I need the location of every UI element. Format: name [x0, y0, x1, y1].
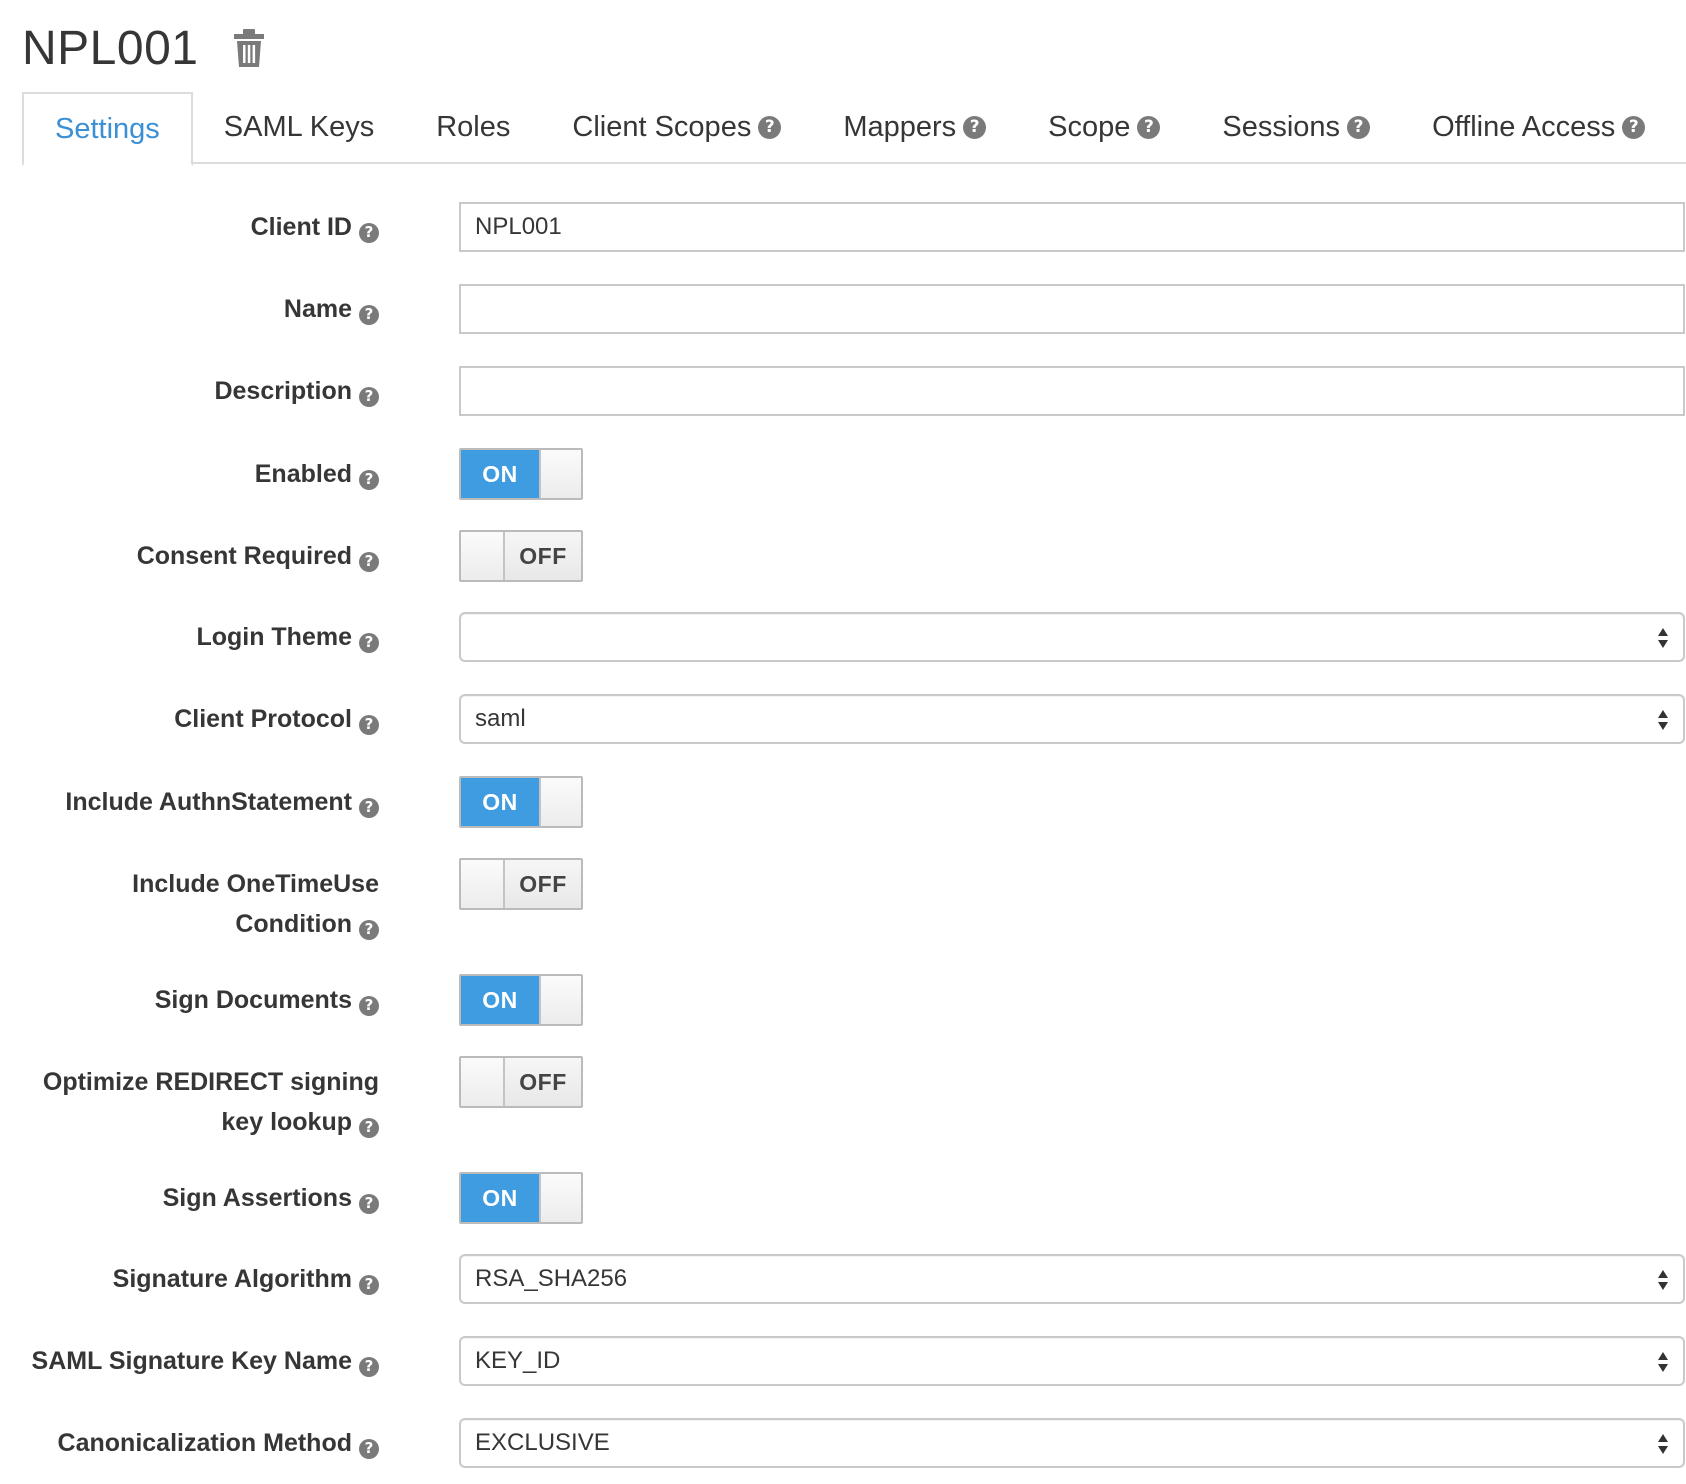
consent-required-label: Consent Required?: [137, 536, 379, 576]
toggle-knob: [461, 860, 505, 908]
help-icon[interactable]: ?: [359, 1438, 379, 1459]
help-icon[interactable]: ?: [359, 1356, 379, 1377]
help-icon[interactable]: ?: [1622, 115, 1646, 139]
client-id-input[interactable]: NPL001: [459, 202, 1685, 252]
help-icon[interactable]: ?: [359, 1193, 379, 1214]
help-icon[interactable]: ?: [359, 304, 379, 325]
toggle-on-label: ON: [461, 976, 539, 1024]
help-icon[interactable]: ?: [359, 797, 379, 818]
tab-bar: Settings SAML Keys Roles Client Scopes? …: [22, 92, 1686, 166]
help-icon[interactable]: ?: [1347, 115, 1371, 139]
tab-label: Mappers: [843, 110, 957, 143]
tab-label: Sessions: [1222, 110, 1341, 143]
select-value: saml: [475, 705, 526, 732]
client-protocol-label: Client Protocol?: [174, 699, 379, 739]
name-label: Name?: [284, 289, 379, 329]
select-arrows-icon: [1658, 628, 1668, 648]
tab-roles[interactable]: Roles: [405, 92, 541, 162]
help-icon[interactable]: ?: [359, 714, 379, 735]
description-label: Description?: [214, 371, 379, 411]
sign-assertions-toggle[interactable]: ON: [459, 1172, 583, 1224]
toggle-knob: [539, 1174, 581, 1222]
help-icon[interactable]: ?: [359, 551, 379, 572]
toggle-knob: [461, 532, 505, 580]
description-input[interactable]: [459, 366, 1685, 416]
tab-settings[interactable]: Settings: [22, 92, 193, 166]
signature-algorithm-label: Signature Algorithm?: [113, 1259, 379, 1299]
select-arrows-icon: [1658, 1270, 1668, 1290]
name-input[interactable]: [459, 284, 1685, 334]
tab-offline-access[interactable]: Offline Access?: [1401, 92, 1676, 162]
login-theme-select[interactable]: [459, 612, 1685, 662]
select-value: KEY_ID: [475, 1347, 561, 1374]
toggle-knob: [539, 450, 581, 498]
toggle-knob: [539, 976, 581, 1024]
saml-signature-key-name-label: SAML Signature Key Name?: [32, 1341, 379, 1381]
toggle-off-label: OFF: [505, 532, 581, 580]
help-icon[interactable]: ?: [359, 222, 379, 243]
enabled-toggle[interactable]: ON: [459, 448, 583, 500]
help-icon[interactable]: ?: [758, 115, 782, 139]
page-header: NPL001: [22, 18, 266, 78]
select-arrows-icon: [1658, 710, 1668, 730]
tab-label: Scope: [1048, 110, 1131, 143]
help-icon[interactable]: ?: [359, 995, 379, 1016]
include-onetimeuse-condition-toggle[interactable]: OFF: [459, 858, 583, 910]
select-arrows-icon: [1658, 1434, 1668, 1454]
toggle-knob: [539, 778, 581, 826]
canonicalization-method-label: Canonicalization Method?: [58, 1423, 379, 1463]
help-icon[interactable]: ?: [963, 115, 987, 139]
tab-client-scopes[interactable]: Client Scopes?: [541, 92, 812, 162]
tab-mappers[interactable]: Mappers?: [812, 92, 1017, 162]
sign-documents-label: Sign Documents?: [155, 980, 379, 1020]
trash-icon[interactable]: [232, 28, 266, 68]
tab-scope[interactable]: Scope?: [1017, 92, 1191, 162]
tab-label: Client Scopes: [572, 110, 752, 143]
tab-sessions[interactable]: Sessions?: [1191, 92, 1401, 162]
help-icon[interactable]: ?: [1137, 115, 1161, 139]
optimize-redirect-signing-toggle[interactable]: OFF: [459, 1056, 583, 1108]
toggle-off-label: OFF: [505, 1058, 581, 1106]
select-value: RSA_SHA256: [475, 1265, 628, 1292]
toggle-off-label: OFF: [505, 860, 581, 908]
saml-signature-key-name-select[interactable]: KEY_ID: [459, 1336, 1685, 1386]
page-title: NPL001: [22, 21, 199, 75]
toggle-on-label: ON: [461, 1174, 539, 1222]
help-icon[interactable]: ?: [359, 386, 379, 407]
login-theme-label: Login Theme?: [196, 617, 379, 657]
toggle-on-label: ON: [461, 778, 539, 826]
help-icon[interactable]: ?: [359, 919, 379, 940]
help-icon[interactable]: ?: [359, 469, 379, 490]
select-arrows-icon: [1658, 1352, 1668, 1372]
signature-algorithm-select[interactable]: RSA_SHA256: [459, 1254, 1685, 1304]
tab-label: Offline Access: [1432, 110, 1616, 143]
canonicalization-method-select[interactable]: EXCLUSIVE: [459, 1418, 1685, 1468]
enabled-label: Enabled?: [255, 454, 379, 494]
tab-saml-keys[interactable]: SAML Keys: [193, 92, 405, 162]
tab-label: SAML Keys: [223, 110, 375, 143]
select-value: EXCLUSIVE: [475, 1429, 610, 1456]
toggle-on-label: ON: [461, 450, 539, 498]
tab-label: Settings: [55, 112, 160, 145]
toggle-knob: [461, 1058, 505, 1106]
help-icon[interactable]: ?: [359, 1117, 379, 1138]
include-authn-statement-label: Include AuthnStatement?: [65, 782, 379, 822]
client-id-label: Client ID?: [251, 207, 379, 247]
help-icon[interactable]: ?: [359, 1274, 379, 1295]
sign-assertions-label: Sign Assertions?: [163, 1178, 379, 1218]
consent-required-toggle[interactable]: OFF: [459, 530, 583, 582]
tab-label: Roles: [436, 110, 511, 143]
client-protocol-select[interactable]: saml: [459, 694, 1685, 744]
help-icon[interactable]: ?: [359, 632, 379, 653]
sign-documents-toggle[interactable]: ON: [459, 974, 583, 1026]
include-onetimeuse-condition-label: Include OneTimeUse Condition?: [132, 870, 379, 940]
optimize-redirect-signing-label: Optimize REDIRECT signing key lookup?: [42, 1068, 379, 1138]
include-authn-statement-toggle[interactable]: ON: [459, 776, 583, 828]
